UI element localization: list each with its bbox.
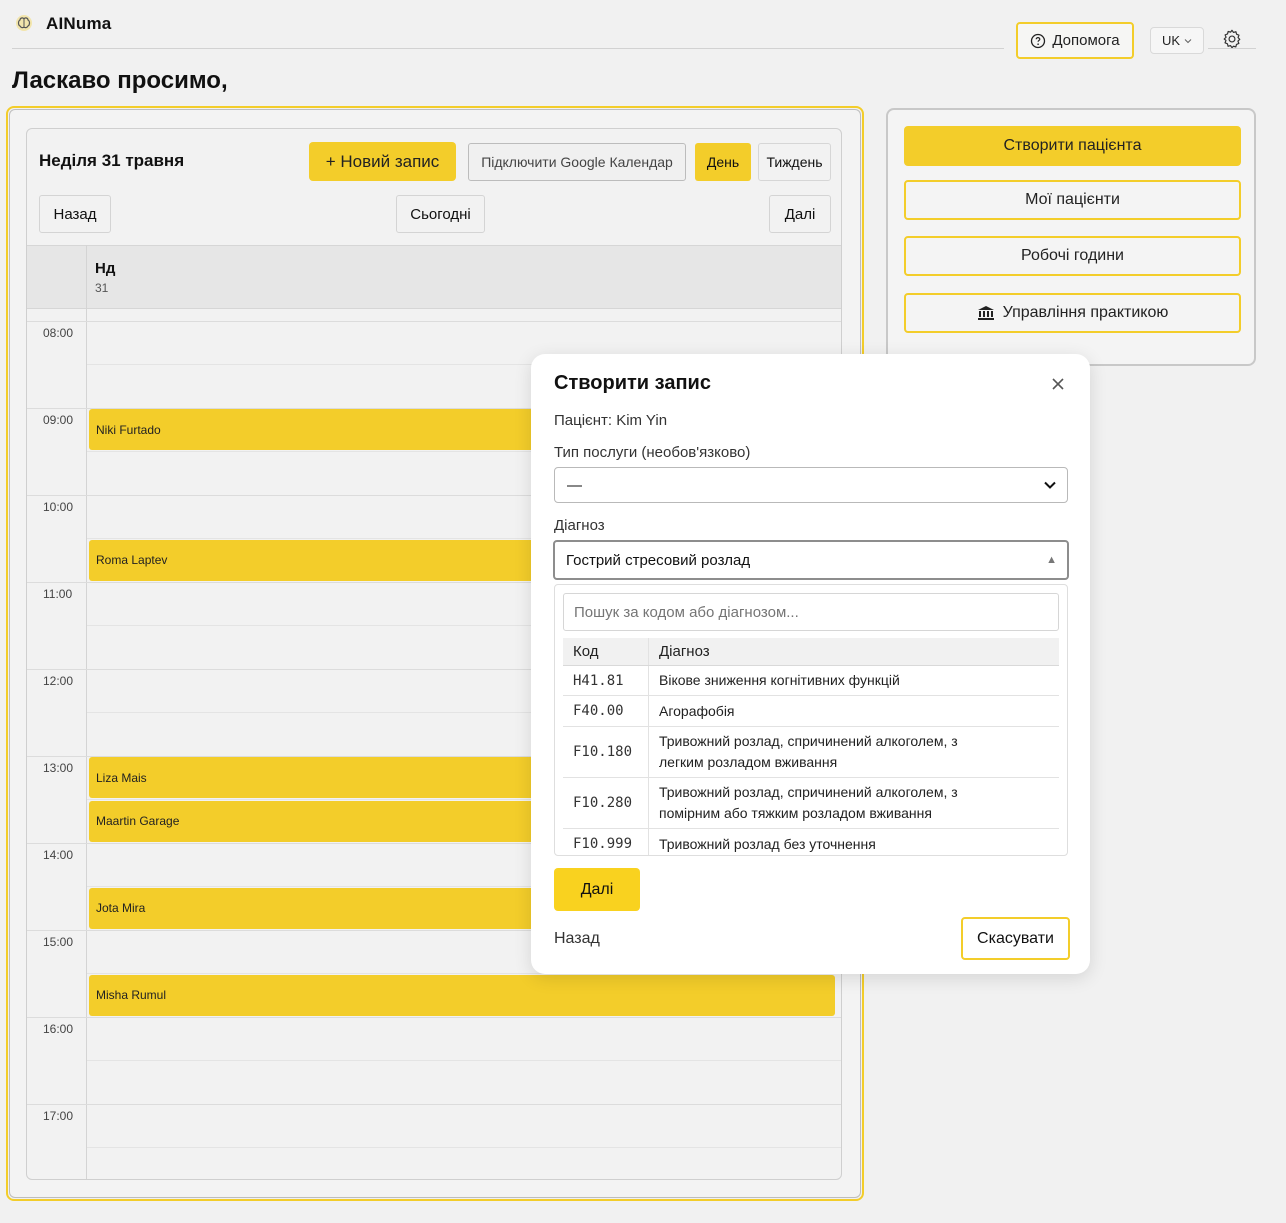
diagnosis-select[interactable]: Гострий стресовий розлад ▲	[553, 540, 1069, 580]
diagnosis-table-header: Код Діагноз	[563, 638, 1059, 666]
chevron-down-icon	[1184, 38, 1192, 43]
modal-title: Створити запис	[554, 372, 711, 394]
new-entry-button[interactable]: + Новий запис	[309, 142, 456, 181]
language-select[interactable]: UK	[1150, 27, 1204, 54]
diagnosis-dropdown: Код Діагноз H41.81 Вікове зниження когні…	[554, 584, 1068, 856]
calendar-back-button[interactable]: Назад	[39, 195, 111, 233]
connect-google-calendar-button[interactable]: Підключити Google Календар	[468, 143, 686, 181]
calendar-event[interactable]: Roma Laptev	[89, 539, 559, 581]
calendar-event[interactable]: Misha Rumul	[89, 974, 835, 1016]
service-type-select[interactable]: —	[554, 467, 1068, 503]
service-type-label: Тип послуги (необов'язково)	[554, 444, 751, 461]
hour-line	[27, 321, 841, 322]
service-type-value: —	[567, 476, 582, 494]
actions-panel: Створити пацієнта Мої пацієнти Робочі го…	[886, 108, 1256, 366]
table-row[interactable]: F10.280 Тривожний розлад, спричинений ал…	[563, 778, 1059, 829]
diagnosis-value: Гострий стресовий розлад	[566, 551, 751, 569]
app-name: AINuma	[46, 14, 112, 33]
settings-gear-icon[interactable]	[1221, 28, 1243, 50]
triangle-up-icon: ▲	[1046, 554, 1057, 566]
row-diagnosis: Вікове зниження когнітивних функцій	[659, 672, 900, 688]
modal-back-link[interactable]: Назад	[554, 930, 600, 948]
hour-line	[27, 1104, 841, 1105]
bank-icon	[977, 306, 994, 320]
time-label: 09:00	[43, 413, 74, 427]
diagnosis-search-input[interactable]	[563, 593, 1059, 631]
calendar-today-button[interactable]: Сьогодні	[396, 195, 485, 233]
time-label: 14:00	[43, 848, 74, 862]
time-label: 15:00	[43, 935, 74, 949]
practice-management-label: Управління практикою	[1002, 304, 1169, 321]
time-label: 08:00	[43, 326, 74, 340]
practice-management-button[interactable]: Управління практикою	[904, 293, 1241, 333]
time-label: 16:00	[43, 1022, 74, 1036]
time-label: 10:00	[43, 500, 74, 514]
table-row[interactable]: F40.00 Агорафобія	[563, 696, 1059, 727]
create-entry-modal: Створити запис Пацієнт: Kim Yin Тип посл…	[531, 354, 1090, 974]
code-column-header: Код	[563, 638, 649, 665]
time-label: 12:00	[43, 674, 74, 688]
day-column-header: Нд 31	[27, 245, 841, 309]
day-name: Нд	[95, 260, 116, 277]
help-circle-icon	[1031, 33, 1046, 48]
row-code: H41.81	[563, 666, 649, 695]
header-divider-right	[1208, 48, 1256, 49]
row-diagnosis: Тривожний розлад без уточнення	[659, 835, 876, 852]
table-row[interactable]: H41.81 Вікове зниження когнітивних функц…	[563, 666, 1059, 696]
row-code: F10.180	[563, 727, 649, 777]
row-code: F10.280	[563, 778, 649, 828]
calendar-event[interactable]: Niki Furtado	[89, 409, 559, 450]
calendar-next-button[interactable]: Далі	[769, 195, 831, 233]
row-code: F10.999	[563, 829, 649, 855]
language-value: UK	[1161, 33, 1181, 48]
header-divider	[12, 48, 1004, 49]
table-row[interactable]: F10.180 Тривожний розлад, спричинений ал…	[563, 727, 1059, 778]
calendar-date-title: Неділя 31 травня	[39, 151, 185, 170]
chevron-down-icon	[1044, 481, 1056, 489]
diagnosis-label: Діагноз	[554, 517, 605, 534]
day-number: 31	[95, 281, 109, 295]
brain-logo-icon	[16, 15, 32, 31]
time-label: 11:00	[43, 587, 73, 601]
create-patient-button[interactable]: Створити пацієнта	[904, 126, 1241, 166]
table-row[interactable]: F10.999 Тривожний розлад без уточнення	[563, 829, 1059, 855]
half-hour-line	[87, 1060, 841, 1061]
calendar-event[interactable]: Liza Mais	[89, 757, 559, 798]
row-diagnosis: Тривожний розлад, спричинений алкоголем,…	[659, 733, 958, 770]
row-diagnosis: Тривожний розлад, спричинений алкоголем,…	[659, 784, 958, 821]
modal-cancel-button[interactable]: Скасувати	[961, 917, 1070, 960]
help-button[interactable]: Допомога	[1016, 22, 1134, 59]
hour-line	[27, 1017, 841, 1018]
calendar-event[interactable]: Maartin Garage	[89, 800, 559, 842]
help-button-label: Допомога	[1052, 32, 1120, 49]
diagnosis-column-header: Діагноз	[659, 643, 710, 660]
diagnosis-table: Код Діагноз H41.81 Вікове зниження когні…	[563, 638, 1059, 855]
week-view-button[interactable]: Тиждень	[758, 143, 831, 181]
close-icon[interactable]	[1049, 375, 1067, 393]
welcome-heading: Ласкаво просимо,	[12, 67, 228, 94]
row-diagnosis: Агорафобія	[659, 702, 735, 719]
row-code: F40.00	[563, 696, 649, 726]
day-view-button[interactable]: День	[695, 143, 751, 181]
time-label: 17:00	[43, 1109, 74, 1123]
my-patients-button[interactable]: Мої пацієнти	[904, 180, 1241, 220]
patient-line: Пацієнт: Kim Yin	[554, 412, 668, 429]
calendar-event[interactable]: Jota Mira	[89, 887, 559, 929]
time-label: 13:00	[43, 761, 74, 775]
half-hour-line	[87, 1147, 841, 1148]
modal-next-button[interactable]: Далі	[554, 868, 640, 911]
working-hours-button[interactable]: Робочі години	[904, 236, 1241, 276]
